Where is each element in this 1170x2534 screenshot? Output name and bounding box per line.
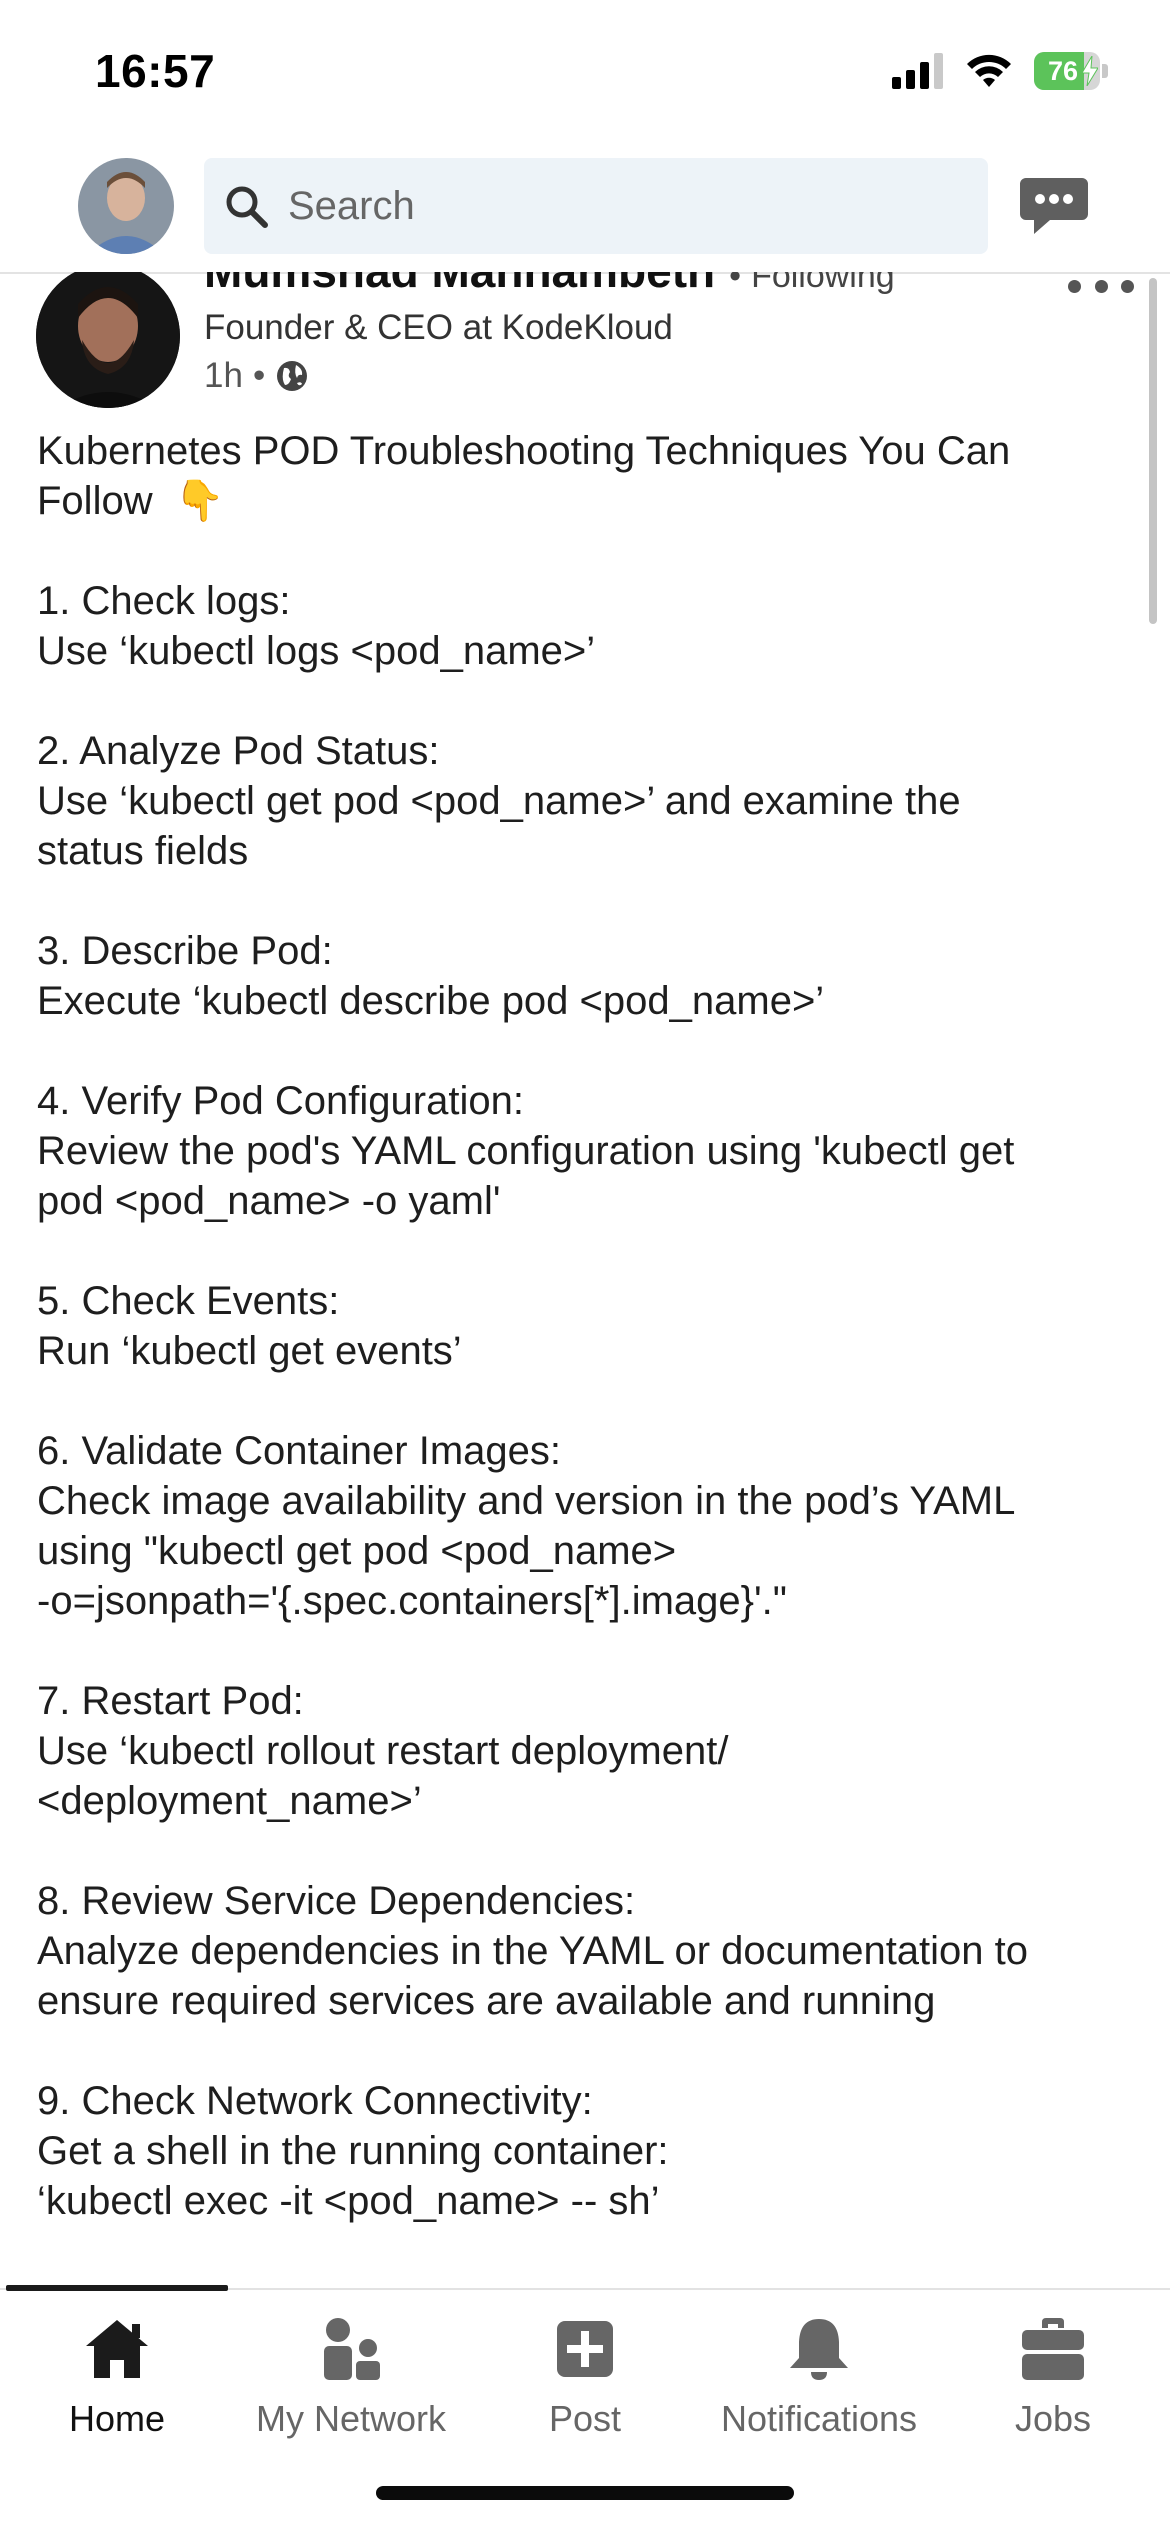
scrollbar[interactable] — [1149, 278, 1157, 624]
pointing-down-emoji: 👇 — [174, 479, 225, 523]
post-body-line — [37, 1226, 1127, 1276]
tab-jobs-label: Jobs — [1014, 2398, 1092, 2439]
status-bar: 16:57 76 — [0, 0, 1170, 150]
status-time: 16:57 — [95, 45, 216, 97]
post-body-line — [37, 2026, 1127, 2076]
post-body-line: ensure required services are available a… — [37, 1979, 936, 2023]
app-header — [0, 150, 1170, 274]
tab-notifications-label: Notifications — [720, 2398, 918, 2439]
post-body-line: Run ‘kubectl get events’ — [37, 1329, 462, 1373]
active-tab-indicator — [6, 2285, 228, 2291]
post-body-line: 3. Describe Pod: — [37, 929, 333, 973]
follow-separator: • — [729, 272, 742, 295]
post-body-line: pod <pod_name> -o yaml' — [37, 1179, 501, 1223]
post-icon — [557, 2321, 613, 2377]
signal-icon — [892, 53, 943, 89]
post-body-line: Analyze dependencies in the YAML or docu… — [37, 1929, 1029, 1973]
post-body-line — [37, 1376, 1127, 1426]
tab-my-network-label: My Network — [255, 2398, 447, 2439]
post-body-line — [37, 676, 1127, 726]
post-body-line: 5. Check Events: — [37, 1279, 340, 1323]
status-icons: 76 — [892, 52, 1108, 90]
post-body-line — [37, 876, 1127, 926]
home-icon — [86, 2320, 148, 2378]
more-options-icon[interactable] — [1068, 280, 1134, 302]
author-line: Mumshad Mannambeth • Following — [204, 272, 895, 298]
post-body-line: Use ‘kubectl logs <pod_name>’ — [37, 629, 596, 673]
post-body-line: using "kubectl get pod <pod_name> — [37, 1529, 677, 1573]
post-body-line: Get a shell in the running container: — [37, 2129, 669, 2173]
post-body-line: 9. Check Network Connectivity: — [37, 2079, 593, 2123]
battery-charging-icon: 76 — [1034, 52, 1108, 90]
post-body-line: Check image availability and version in … — [37, 1479, 1016, 1523]
notifications-icon — [790, 2319, 848, 2380]
post-body-line: 2. Analyze Pod Status: — [37, 729, 440, 773]
post-title-line-2: Follow 👇 — [37, 476, 1127, 526]
feed-post: Mumshad Mannambeth • Following Founder &… — [0, 272, 1170, 2290]
post-body-line: Execute ‘kubectl describe pod <pod_name>… — [37, 979, 825, 1023]
post-body-line: ‘kubectl exec -it <pod_name> -- sh’ — [37, 2179, 660, 2223]
author-headline: Founder & CEO at KodeKloud — [204, 308, 673, 347]
post-body-line — [37, 1026, 1127, 1076]
my-profile-avatar[interactable] — [78, 158, 174, 254]
search-icon — [226, 186, 268, 228]
post-body-line: -o=jsonpath='{.spec.containers[*].image}… — [37, 1579, 787, 1623]
post-title-line-1: Kubernetes POD Troubleshooting Technique… — [37, 429, 1011, 473]
home-indicator — [376, 2486, 794, 2500]
post-body-line: Use ‘kubectl get pod <pod_name>’ and exa… — [37, 779, 961, 823]
post-body-line: 4. Verify Pod Configuration: — [37, 1079, 524, 1123]
post-body-line: 7. Restart Pod: — [37, 1679, 304, 1723]
post-body-line: status fields — [37, 829, 249, 873]
author-name[interactable]: Mumshad Mannambeth — [204, 272, 715, 298]
tab-home[interactable]: Home — [0, 2306, 234, 2446]
post-body-line — [37, 1826, 1127, 1876]
tab-post-label: Post — [548, 2398, 622, 2439]
post-meta: 1h • — [204, 356, 309, 396]
search-input[interactable] — [286, 182, 970, 230]
wifi-icon — [967, 54, 1011, 87]
post-body-line: <deployment_name>’ — [37, 1779, 422, 1823]
post-body-lines: 1. Check logs: Use ‘kubectl logs <pod_nam… — [37, 526, 1127, 2226]
tab-my-network[interactable]: My Network — [234, 2306, 468, 2446]
post-body-line — [37, 526, 1127, 576]
post-time: 1h — [204, 356, 243, 395]
tab-jobs[interactable]: Jobs — [936, 2306, 1170, 2446]
post-title-text: Follow — [37, 479, 153, 523]
meta-separator: • — [252, 356, 266, 395]
tab-post[interactable]: Post — [468, 2306, 702, 2446]
post-text: Kubernetes POD Troubleshooting Technique… — [37, 426, 1127, 2226]
following-status: Following — [751, 272, 895, 295]
tab-notifications[interactable]: Notifications — [702, 2306, 936, 2446]
my-network-icon — [324, 2318, 380, 2380]
messaging-icon[interactable] — [1018, 174, 1090, 240]
search-bar[interactable] — [204, 158, 988, 254]
tab-home-label: Home — [68, 2398, 166, 2439]
post-body-line: 1. Check logs: — [37, 579, 291, 623]
post-body-line: Review the pod's YAML configuration usin… — [37, 1129, 1015, 1173]
post-body-line: 6. Validate Container Images: — [37, 1429, 562, 1473]
post-body-line: Use ‘kubectl rollout restart deployment/ — [37, 1729, 729, 1773]
author-avatar[interactable] — [36, 272, 180, 408]
post-body-line — [37, 1626, 1127, 1676]
post-body-line: 8. Review Service Dependencies: — [37, 1879, 636, 1923]
globe-icon — [277, 361, 308, 391]
jobs-icon — [1022, 2318, 1084, 2380]
